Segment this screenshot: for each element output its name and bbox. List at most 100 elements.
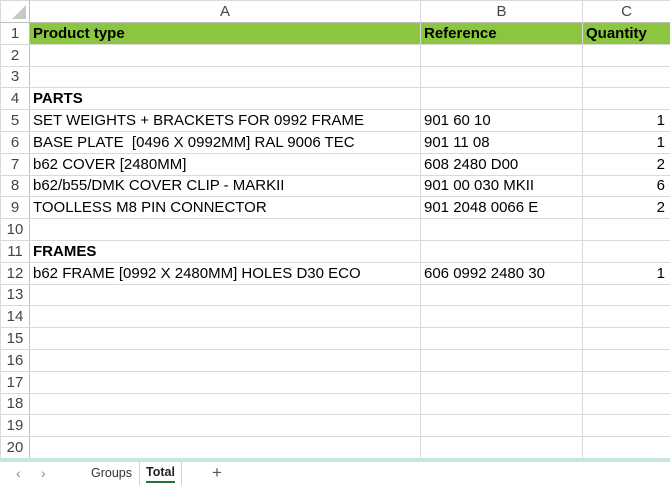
column-header-c[interactable]: C <box>582 0 670 23</box>
add-sheet-button[interactable]: + <box>212 463 222 483</box>
cell-a5[interactable]: SET WEIGHTS + BRACKETS FOR 0992 FRAME <box>29 109 421 132</box>
cell-b4[interactable] <box>420 87 583 111</box>
row-number[interactable]: 2 <box>0 43 30 67</box>
cell-empty[interactable] <box>420 392 583 416</box>
tab-total[interactable]: Total <box>139 462 182 485</box>
cell-empty[interactable] <box>582 348 670 372</box>
row-number[interactable]: 6 <box>0 130 30 154</box>
cell-a2[interactable] <box>29 43 421 67</box>
cell-b7[interactable]: 608 2480 D00 <box>420 152 583 176</box>
cell-b1[interactable]: Reference <box>420 22 583 45</box>
table-row: 8 b62/b55/DMK COVER CLIP - MARKII 901 00… <box>0 174 670 198</box>
column-header-a[interactable]: A <box>29 0 421 23</box>
table-row: 4 PARTS <box>0 87 670 111</box>
cell-b6[interactable]: 901 11 08 <box>420 130 583 154</box>
cell-c8[interactable]: 6 <box>582 174 670 198</box>
row-number[interactable]: 18 <box>0 392 30 416</box>
cell-a12[interactable]: b62 FRAME [0992 X 2480MM] HOLES D30 ECO <box>29 261 421 285</box>
cell-c4[interactable] <box>582 87 670 111</box>
cell-empty[interactable] <box>420 283 583 307</box>
row-number[interactable]: 4 <box>0 87 30 111</box>
cell-empty[interactable] <box>420 305 583 329</box>
spreadsheet-grid[interactable]: A B C 1 Product type Reference Quantity … <box>0 0 670 459</box>
cell-b11[interactable] <box>420 239 583 263</box>
cell-c11[interactable] <box>582 239 670 263</box>
column-header-row: A B C <box>0 0 670 23</box>
cell-a6[interactable]: BASE PLATE [0496 X 0992MM] RAL 9006 TEC <box>29 130 421 154</box>
sheet-tab-bar: ‹ › Groups Total + <box>0 462 670 487</box>
cell-empty[interactable] <box>29 305 421 329</box>
cell-empty[interactable] <box>29 392 421 416</box>
row-number[interactable]: 12 <box>0 261 30 285</box>
cell-c9[interactable]: 2 <box>582 196 670 220</box>
cell-empty[interactable] <box>582 414 670 438</box>
select-all-corner[interactable] <box>0 0 30 23</box>
table-row: 15 <box>0 327 670 350</box>
row-number[interactable]: 10 <box>0 218 30 241</box>
cell-empty[interactable] <box>29 283 421 307</box>
table-row: 11 FRAMES <box>0 239 670 263</box>
cell-empty[interactable] <box>582 305 670 329</box>
row-number[interactable]: 3 <box>0 65 30 89</box>
cell-b9[interactable]: 901 2048 0066 E <box>420 196 583 220</box>
cell-empty[interactable] <box>29 370 421 394</box>
cell-a7[interactable]: b62 COVER [2480MM] <box>29 152 421 176</box>
chevron-right-icon[interactable]: › <box>41 465 46 481</box>
tab-groups[interactable]: Groups <box>91 466 132 480</box>
cell-empty[interactable] <box>29 348 421 372</box>
cell-c5[interactable]: 1 <box>582 109 670 132</box>
cell-a1[interactable]: Product type <box>29 22 421 45</box>
row-number[interactable]: 19 <box>0 414 30 438</box>
table-row: 18 <box>0 392 670 416</box>
cell-b5[interactable]: 901 60 10 <box>420 109 583 132</box>
cell-empty[interactable] <box>420 436 583 459</box>
cell-b3[interactable] <box>420 65 583 89</box>
cell-empty[interactable] <box>420 327 583 350</box>
cell-c1[interactable]: Quantity <box>582 22 670 45</box>
row-number[interactable]: 13 <box>0 283 30 307</box>
row-number[interactable]: 14 <box>0 305 30 329</box>
cell-empty[interactable] <box>420 348 583 372</box>
row-number[interactable]: 16 <box>0 348 30 372</box>
cell-b12[interactable]: 606 0992 2480 30 <box>420 261 583 285</box>
row-number[interactable]: 11 <box>0 239 30 263</box>
table-row: 10 <box>0 218 670 241</box>
row-number[interactable]: 15 <box>0 327 30 350</box>
cell-empty[interactable] <box>582 370 670 394</box>
cell-empty[interactable] <box>582 436 670 459</box>
cell-empty[interactable] <box>420 414 583 438</box>
cell-b10[interactable] <box>420 218 583 241</box>
cell-b2[interactable] <box>420 43 583 67</box>
cell-c10[interactable] <box>582 218 670 241</box>
cell-empty[interactable] <box>582 283 670 307</box>
cell-empty[interactable] <box>29 414 421 438</box>
cell-c3[interactable] <box>582 65 670 89</box>
cell-a4[interactable]: PARTS <box>29 87 421 111</box>
row-number[interactable]: 9 <box>0 196 30 220</box>
cell-a3[interactable] <box>29 65 421 89</box>
row-number[interactable]: 8 <box>0 174 30 198</box>
cell-empty[interactable] <box>420 370 583 394</box>
table-row: 3 <box>0 65 670 89</box>
row-number[interactable]: 17 <box>0 370 30 394</box>
row-number[interactable]: 20 <box>0 436 30 459</box>
cell-c7[interactable]: 2 <box>582 152 670 176</box>
cell-a9[interactable]: TOOLLESS M8 PIN CONNECTOR <box>29 196 421 220</box>
cell-c6[interactable]: 1 <box>582 130 670 154</box>
cell-empty[interactable] <box>29 327 421 350</box>
cell-c2[interactable] <box>582 43 670 67</box>
cell-empty[interactable] <box>29 436 421 459</box>
cell-a10[interactable] <box>29 218 421 241</box>
chevron-left-icon[interactable]: ‹ <box>16 465 21 481</box>
cell-c12[interactable]: 1 <box>582 261 670 285</box>
cell-b8[interactable]: 901 00 030 MKII <box>420 174 583 198</box>
column-header-b[interactable]: B <box>420 0 583 23</box>
row-number[interactable]: 5 <box>0 109 30 132</box>
cell-empty[interactable] <box>582 392 670 416</box>
cell-a8[interactable]: b62/b55/DMK COVER CLIP - MARKII <box>29 174 421 198</box>
cell-empty[interactable] <box>582 327 670 350</box>
row-number[interactable]: 7 <box>0 152 30 176</box>
cell-a11[interactable]: FRAMES <box>29 239 421 263</box>
active-tab-underline <box>146 481 175 483</box>
row-number[interactable]: 1 <box>0 22 30 45</box>
